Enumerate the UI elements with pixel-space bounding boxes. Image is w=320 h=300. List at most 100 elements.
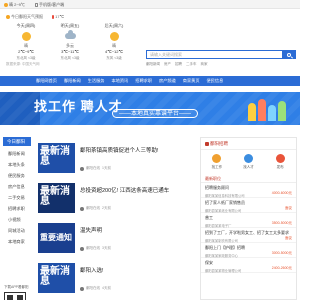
banner-title: 找工作 聘人才 — [34, 99, 123, 114]
job-row[interactable]: 招聘服务顾问 鄱阳某某信息科技有限公司 4000-6000元 — [201, 183, 296, 198]
news-author: 鄱阳在线 — [86, 286, 100, 290]
app-download-label: 下载APP看鄱阳 — [4, 285, 29, 289]
jobs-header: 鄱阳招聘 — [201, 138, 296, 150]
news-thumbnail[interactable]: 最新消息 — [38, 143, 75, 173]
hot-link[interactable]: 鄱阳新闻 — [146, 62, 160, 67]
news-title[interactable]: 总投资超200亿! 江西这条高速已通车 — [80, 186, 169, 194]
news-title[interactable]: 鄱阳茶镇高质镇促进个人三等助! — [80, 146, 159, 154]
news-item[interactable]: 最新消息 鄱阳茶镇高质镇促进个人三等助! 鄱阳在线 1天前 — [38, 143, 188, 179]
category-item[interactable]: 小视频 — [3, 214, 31, 225]
hot-link[interactable]: 房产 — [164, 62, 171, 67]
news-thumbnail[interactable]: 最新消息 — [38, 183, 75, 213]
category-item[interactable]: 本地头条 — [3, 159, 31, 170]
nav-item-house[interactable]: 房产频道 — [159, 78, 176, 84]
nav-item-life[interactable]: 生活服务 — [88, 78, 105, 84]
sun-icon — [109, 31, 119, 41]
category-item[interactable]: 房产信息 — [3, 181, 31, 192]
nav-item-jobs[interactable]: 招聘求职 — [135, 78, 152, 84]
find-job-button[interactable]: 找工作 — [206, 154, 228, 170]
forecast-day: 明天(周五) 多云 3℃~11℃ 东北风 <3级 — [48, 23, 92, 61]
hot-link[interactable]: 招聘 — [175, 62, 182, 67]
category-item[interactable]: 二手交易 — [3, 192, 31, 203]
job-salary: 3500-5000元 — [271, 221, 292, 225]
news-thumbnail[interactable]: 最新消息 — [38, 263, 75, 293]
search-job-icon — [212, 154, 222, 163]
forecast-days: 今天(周四) 晴 2℃~9℃ 东北风 <3级 明天(周五) 多云 3℃~11℃ … — [4, 23, 137, 61]
hot-link[interactable]: 二手车 — [186, 62, 197, 67]
news-meta: 鄱阳在线 2天前 — [80, 206, 111, 211]
job-row[interactable]: 招了家人纸厂家销售员 鄱阳县某某纸业有限公司 面议 — [201, 198, 296, 213]
news-time: 4天前 — [102, 286, 111, 290]
news-time: 3天前 — [102, 246, 111, 250]
news-item[interactable]: 最新消息 总投资超200亿! 江西这条高速已通车 鄱阳在线 2天前 — [38, 183, 188, 219]
news-author: 鄱阳在线 — [86, 246, 100, 250]
current-temp: 17℃ — [55, 14, 65, 19]
job-row[interactable]: 鄱阳上门【护理】招聘 鄱阳某某家政服务中心 3000-5000元 — [201, 243, 296, 258]
job-actions: 找工作 找人才 发布 — [201, 154, 296, 170]
latest-jobs-header: 最新职位 — [201, 175, 296, 183]
avatar — [80, 246, 84, 251]
find-talent-button[interactable]: 找人才 — [237, 154, 259, 170]
thumb-text: 重要通知 — [40, 233, 72, 242]
category-item[interactable]: 同城活动 — [3, 225, 31, 236]
weather-source: 数据来源: 中国天气网 — [6, 62, 40, 66]
nav-item-service[interactable]: 便民信息 — [207, 78, 224, 84]
hot-search-links: 鄱阳新闻 房产 招聘 二手车 商家 — [146, 62, 296, 67]
recruitment-banner[interactable]: 找工作 聘人才 ——本地真实靠谱平台—— — [0, 92, 300, 125]
category-item[interactable]: 招聘求职 — [3, 203, 31, 214]
cloud-icon — [64, 30, 76, 39]
top-weather-link[interactable]: 晴 2~9℃ — [4, 2, 25, 8]
top-weather-text: 晴 2~9℃ — [9, 2, 25, 7]
news-author: 鄱阳在线 — [86, 206, 100, 210]
avatar — [80, 286, 84, 291]
search-button[interactable] — [282, 50, 296, 59]
job-row[interactable]: 普工 鄱阳县某某电子厂 3500-5000元 — [201, 213, 296, 228]
mobile-version-link[interactable]: 手机版/客户端 — [35, 2, 64, 8]
search-icon — [287, 52, 291, 57]
nav-item-business[interactable]: 商家黄页 — [183, 78, 200, 84]
briefcase-icon — [205, 141, 209, 146]
hot-link[interactable]: 商家 — [201, 62, 208, 67]
job-row[interactable]: 保安 鄱阳县某某物业管理公司 2400-2600元 — [201, 258, 296, 273]
thermometer-icon — [52, 14, 55, 19]
category-item[interactable]: 便民服务 — [3, 170, 31, 181]
nav-item-local[interactable]: 本地资讯 — [111, 78, 128, 84]
weather-header: 今日鄱阳天气预报 17℃ — [4, 13, 137, 21]
people-illustration — [248, 97, 288, 121]
job-title: 招到了工厂，开学啦男女工、招了女工太多要求 — [205, 230, 289, 235]
weather-icon — [6, 14, 10, 19]
phone-icon — [35, 2, 38, 7]
thumb-text: 最新消息 — [40, 146, 70, 167]
avatar — [80, 206, 84, 211]
sun-icon — [21, 31, 31, 41]
search-input[interactable] — [146, 50, 282, 59]
category-item[interactable]: 本地商家 — [3, 236, 31, 247]
job-salary: 面议 — [285, 236, 292, 240]
search-area: 鄱阳新闻 房产 招聘 二手车 商家 — [146, 50, 296, 67]
news-item[interactable]: 重要通知 温失声明 鄱阳在线 3天前 — [38, 223, 188, 259]
news-thumbnail[interactable]: 重要通知 — [38, 223, 75, 253]
qr-code-icon[interactable] — [4, 292, 26, 300]
top-bar: 晴 2~9℃ 手机版/客户端 — [0, 0, 300, 9]
category-sidebar: 今日鄱阳 鄱阳新闻 本地头条 便民服务 房产信息 二手交易 招聘求职 小视频 同… — [3, 137, 31, 300]
job-salary: 面议 — [285, 206, 292, 210]
news-title[interactable]: 鄱阳入选! — [80, 266, 104, 274]
news-meta: 鄱阳在线 3天前 — [80, 246, 111, 251]
category-item[interactable]: 鄱阳新闻 — [3, 148, 31, 159]
nav-item-home[interactable]: 鄱阳网首页 — [36, 78, 57, 84]
weather-city: 今日鄱阳天气预报 — [11, 14, 43, 19]
news-item[interactable]: 最新消息 鄱阳入选! 鄱阳在线 4天前 — [38, 263, 188, 299]
day-wind: 东风 <3级 — [106, 56, 122, 60]
action-label: 找人才 — [243, 165, 254, 169]
news-meta: 鄱阳在线 4天前 — [80, 286, 111, 291]
post-job-button[interactable]: 发布 — [269, 154, 291, 170]
thumb-text: 最新消息 — [40, 186, 70, 207]
job-salary: 4000-6000元 — [271, 191, 292, 195]
job-row[interactable]: 招到了工厂，开学啦男女工、招了女工太多要求 鄱阳某某制衣有限公司 面议 — [201, 228, 296, 243]
news-title[interactable]: 温失声明 — [80, 226, 102, 234]
sun-icon — [4, 2, 8, 7]
news-author: 鄱阳在线 — [86, 166, 100, 170]
nav-item-news[interactable]: 鄱阳新闻 — [64, 78, 81, 84]
thumb-text: 最新消息 — [40, 266, 70, 287]
forecast-day: 后天(周六) 晴 4℃~12℃ 东风 <3级 — [92, 23, 136, 61]
